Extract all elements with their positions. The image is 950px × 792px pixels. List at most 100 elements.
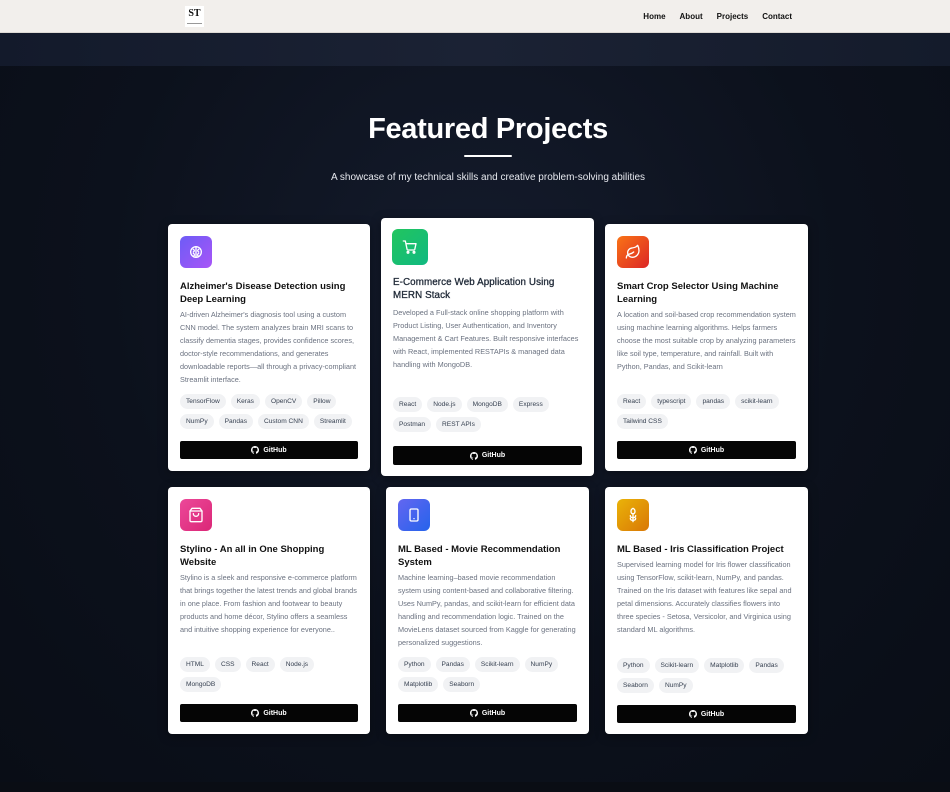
- project-icon-box: [392, 229, 428, 265]
- github-icon: [688, 446, 697, 454]
- project-title: ML Based - Movie Recommendation System: [398, 544, 561, 568]
- flower-icon: [629, 507, 637, 523]
- shopping-bag-icon: [189, 507, 203, 523]
- tag: Matplotlib: [398, 677, 439, 692]
- github-button[interactable]: GitHub: [617, 705, 796, 723]
- project-icon-box: [617, 236, 649, 268]
- tag: CSS: [214, 657, 241, 672]
- tag: Keras: [230, 394, 260, 409]
- tag: Matplotlib: [704, 658, 745, 673]
- tag: NumPy: [180, 414, 214, 429]
- github-icon: [688, 710, 697, 718]
- github-button[interactable]: GitHub: [398, 704, 577, 722]
- tag: Seaborn: [443, 677, 481, 692]
- project-title: Smart Crop Selector Using Machine Learni…: [617, 281, 779, 305]
- github-button-label: GitHub: [263, 709, 287, 717]
- tag: REST APIs: [436, 417, 481, 432]
- nav-links: Home About Projects Contact: [643, 0, 792, 33]
- tag: Scikit-learn: [654, 658, 700, 673]
- tag-list: React Node.js MongoDB Express Postman RE…: [393, 397, 584, 432]
- brain-icon: [190, 246, 202, 258]
- nav-link-contact[interactable]: Contact: [762, 12, 792, 21]
- tag: React: [245, 657, 275, 672]
- project-icon-box: [180, 236, 212, 268]
- tag-list: HTML CSS React Node.js MongoDB: [180, 657, 360, 692]
- tag: Pillow: [307, 394, 337, 409]
- github-button-label: GitHub: [700, 446, 725, 454]
- github-icon: [469, 709, 478, 717]
- project-description: AI-driven Alzheimer's diagnosis tool usi…: [180, 310, 357, 384]
- project-card: E-Commerce Web Application Using MERN St…: [381, 218, 594, 476]
- tag: MongoDB: [466, 397, 508, 412]
- tag-list: Python Scikit-learn Matplotlib Pandas Se…: [617, 658, 798, 693]
- tablet-icon: [409, 508, 419, 522]
- github-button[interactable]: GitHub: [180, 704, 358, 722]
- tag: HTML: [180, 657, 210, 672]
- bottom-bar: [0, 782, 950, 792]
- nav-link-about[interactable]: About: [680, 12, 703, 21]
- project-title: E-Commerce Web Application Using MERN St…: [393, 277, 555, 301]
- project-card: ML Based - Iris Classification Project S…: [605, 487, 808, 734]
- site-logo[interactable]: ST: [185, 6, 204, 27]
- tag: pandas: [696, 394, 731, 409]
- github-button-label: GitHub: [481, 452, 506, 459]
- section-subtitle: A showcase of my technical skills and cr…: [330, 172, 646, 183]
- tag: React: [617, 394, 647, 409]
- project-title: Stylino - An all in One Shopping Website: [180, 544, 325, 568]
- github-icon: [469, 451, 478, 460]
- tag: Postman: [393, 417, 432, 432]
- project-icon-box: [180, 499, 212, 531]
- tag: Custom CNN: [258, 414, 309, 429]
- tag: Pandas: [435, 657, 470, 672]
- tag-list: TensorFlow Keras OpenCV Pillow NumPy Pan…: [180, 394, 360, 429]
- github-button[interactable]: GitHub: [393, 446, 582, 465]
- github-button[interactable]: GitHub: [180, 441, 358, 459]
- tag: OpenCV: [264, 394, 303, 409]
- tag: Node.js: [279, 657, 315, 672]
- github-icon: [251, 709, 260, 717]
- top-band: [0, 33, 950, 66]
- github-button-label: GitHub: [700, 710, 725, 718]
- github-icon: [251, 446, 260, 454]
- github-button[interactable]: GitHub: [617, 441, 796, 459]
- tag-list: Python Pandas Scikit-learn NumPy Matplot…: [398, 657, 579, 692]
- project-icon-box: [617, 499, 649, 531]
- project-description: Stylino is a sleek and responsive e-comm…: [180, 573, 357, 634]
- project-description: A location and soil-based crop recommend…: [617, 310, 796, 371]
- nav-link-projects[interactable]: Projects: [717, 12, 749, 21]
- tag: MongoDB: [180, 677, 222, 692]
- logo-underline: [187, 23, 202, 24]
- tag: Tailwind CSS: [617, 414, 668, 429]
- nav-link-home[interactable]: Home: [643, 12, 665, 21]
- project-card: ML Based - Movie Recommendation System M…: [386, 487, 589, 734]
- tag: TensorFlow: [180, 394, 226, 409]
- tag: Python: [398, 657, 431, 672]
- project-card: Alzheimer's Disease Detection using Deep…: [168, 224, 370, 471]
- tag: scikit-learn: [735, 394, 779, 409]
- tag: Python: [617, 658, 650, 673]
- title-underline: [464, 155, 512, 157]
- tag: NumPy: [524, 657, 559, 672]
- project-icon-box: [398, 499, 430, 531]
- tag: React: [393, 397, 423, 412]
- section-title: Featured Projects: [368, 113, 608, 145]
- project-card: Smart Crop Selector Using Machine Learni…: [605, 224, 808, 471]
- project-card: Stylino - An all in One Shopping Website…: [168, 487, 370, 734]
- project-description: Developed a Full-stack online shopping p…: [393, 308, 579, 369]
- github-button-label: GitHub: [481, 709, 506, 717]
- tag: Node.js: [427, 397, 462, 412]
- logo-text: ST: [188, 8, 201, 19]
- tag: Scikit-learn: [474, 657, 520, 672]
- project-description: Supervised learning model for Iris flowe…: [617, 560, 792, 634]
- project-title: ML Based - Iris Classification Project: [617, 544, 784, 555]
- tag: NumPy: [658, 678, 693, 693]
- tag: Express: [512, 397, 549, 412]
- project-description: Machine learning–based movie recommendat…: [398, 573, 576, 647]
- tag: Streamlit: [313, 414, 352, 429]
- tag-list: React typescript pandas scikit-learn Tai…: [617, 394, 798, 429]
- tag: Pandas: [749, 658, 784, 673]
- tag: Seaborn: [617, 678, 654, 693]
- github-button-label: GitHub: [263, 446, 287, 454]
- tag: typescript: [651, 394, 692, 409]
- navbar: ST Home About Projects Contact: [0, 0, 950, 33]
